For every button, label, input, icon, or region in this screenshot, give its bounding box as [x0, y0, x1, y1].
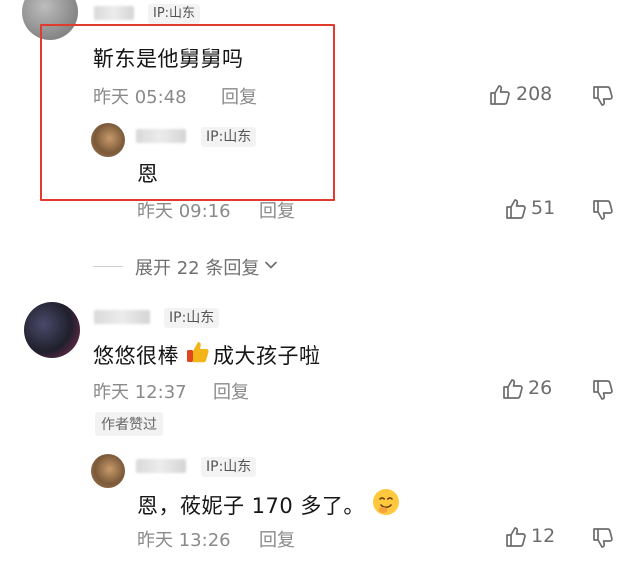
ip-location: IP:山东	[148, 4, 201, 24]
reply-button[interactable]: 回复	[213, 378, 249, 404]
thumb-down-icon[interactable]	[591, 526, 615, 550]
comment-text-part2: 成大孩子啦	[213, 343, 321, 368]
ip-location: IP:山东	[201, 457, 257, 477]
thumb-down-icon[interactable]	[591, 378, 615, 402]
username-blurred[interactable]	[94, 6, 134, 20]
like-count: 51	[531, 197, 556, 219]
author-liked-tag: 作者赞过	[95, 412, 163, 436]
thumb-up-icon[interactable]	[504, 197, 528, 221]
smile-emoji	[371, 487, 401, 522]
reply-button[interactable]: 回复	[259, 526, 295, 552]
comment-time: 昨天 09:16	[137, 201, 231, 222]
reply-button[interactable]: 回复	[259, 197, 295, 223]
avatar[interactable]	[91, 123, 125, 157]
avatar[interactable]	[24, 302, 80, 358]
comment-time: 昨天 13:26	[137, 530, 231, 551]
comment-text: 悠悠很棒 成大孩子啦	[93, 339, 321, 370]
comment-text-part1: 悠悠很棒	[93, 343, 179, 368]
comment-time: 昨天 05:48	[93, 87, 187, 108]
username-blurred[interactable]	[94, 310, 150, 324]
comment-text: 靳东是他舅舅吗	[93, 47, 244, 71]
thumb-up-icon[interactable]	[501, 377, 525, 401]
username-blurred[interactable]	[136, 459, 186, 473]
expand-replies-button[interactable]: 展开 22 条回复	[135, 254, 279, 280]
thumb-down-icon[interactable]	[591, 84, 615, 108]
thumb-up-icon[interactable]	[488, 83, 512, 107]
ip-location: IP:山东	[201, 127, 257, 147]
chevron-down-icon	[263, 257, 279, 277]
expand-divider	[93, 266, 123, 267]
username-blurred[interactable]	[136, 129, 186, 143]
avatar[interactable]	[91, 454, 125, 488]
ip-location: IP:山东	[164, 308, 220, 328]
like-count: 26	[528, 377, 553, 399]
like-count: 208	[516, 83, 553, 105]
reply-button[interactable]: 回复	[221, 83, 257, 109]
like-count: 12	[531, 525, 556, 547]
comment-text-body: 恩，莜妮子 170 多了。	[137, 493, 365, 518]
thumbs-up-emoji	[185, 339, 211, 370]
thumb-down-icon[interactable]	[591, 198, 615, 222]
comment-text: 恩	[137, 162, 159, 186]
comment-text: 恩，莜妮子 170 多了。	[137, 487, 401, 522]
comment-time: 昨天 12:37	[93, 382, 187, 403]
expand-replies-label: 展开 22 条回复	[135, 258, 260, 279]
thumb-up-icon[interactable]	[504, 525, 528, 549]
